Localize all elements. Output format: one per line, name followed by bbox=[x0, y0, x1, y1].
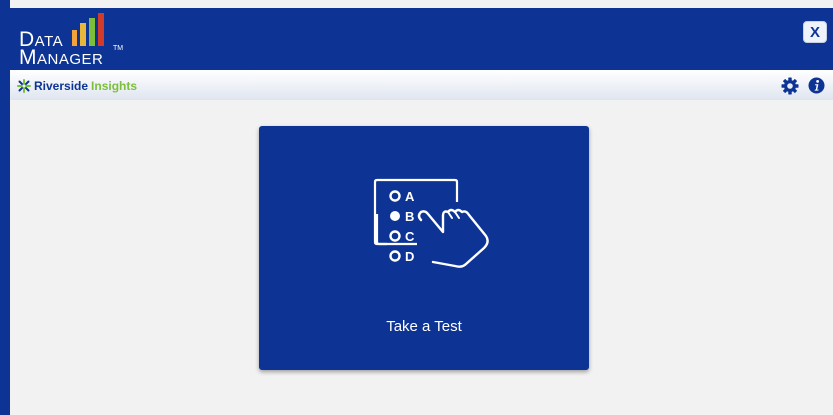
info-icon[interactable] bbox=[808, 77, 825, 94]
logo-trademark: TM bbox=[113, 45, 124, 52]
option-b-label: B bbox=[405, 209, 414, 224]
take-a-test-card[interactable]: A B C D Take a Test bbox=[259, 126, 589, 370]
riverside-insights-brand: Riverside Insights bbox=[17, 79, 137, 93]
brand-riverside-text: Riverside bbox=[34, 79, 89, 93]
gear-icon[interactable] bbox=[781, 77, 799, 95]
option-a-label: A bbox=[405, 189, 415, 204]
logo-bars-icon bbox=[72, 13, 104, 46]
option-c-label: C bbox=[405, 229, 415, 244]
logo-word2-rest: ANAGER bbox=[37, 51, 104, 68]
logo-bar-3 bbox=[89, 18, 95, 46]
app-header: DATA MANAGER TM X bbox=[10, 8, 833, 70]
close-button[interactable]: X bbox=[803, 21, 827, 43]
logo-bar-4 bbox=[98, 13, 104, 46]
take-a-test-label: Take a Test bbox=[386, 318, 462, 335]
brand-insights-text: Insights bbox=[91, 79, 138, 93]
frame-left-edge bbox=[0, 0, 10, 415]
test-answer-sheet-icon: A B C D bbox=[373, 178, 489, 268]
pointing-hand-icon bbox=[417, 208, 489, 268]
option-d-label: D bbox=[405, 249, 414, 264]
riverside-logo-icon bbox=[17, 79, 31, 93]
logo-bar-1 bbox=[72, 30, 77, 46]
logo-word2-initial: M bbox=[19, 46, 37, 69]
data-manager-logo: DATA MANAGER TM bbox=[17, 11, 127, 69]
logo-bar-2 bbox=[80, 23, 86, 46]
sub-header: Riverside Insights bbox=[10, 70, 833, 100]
